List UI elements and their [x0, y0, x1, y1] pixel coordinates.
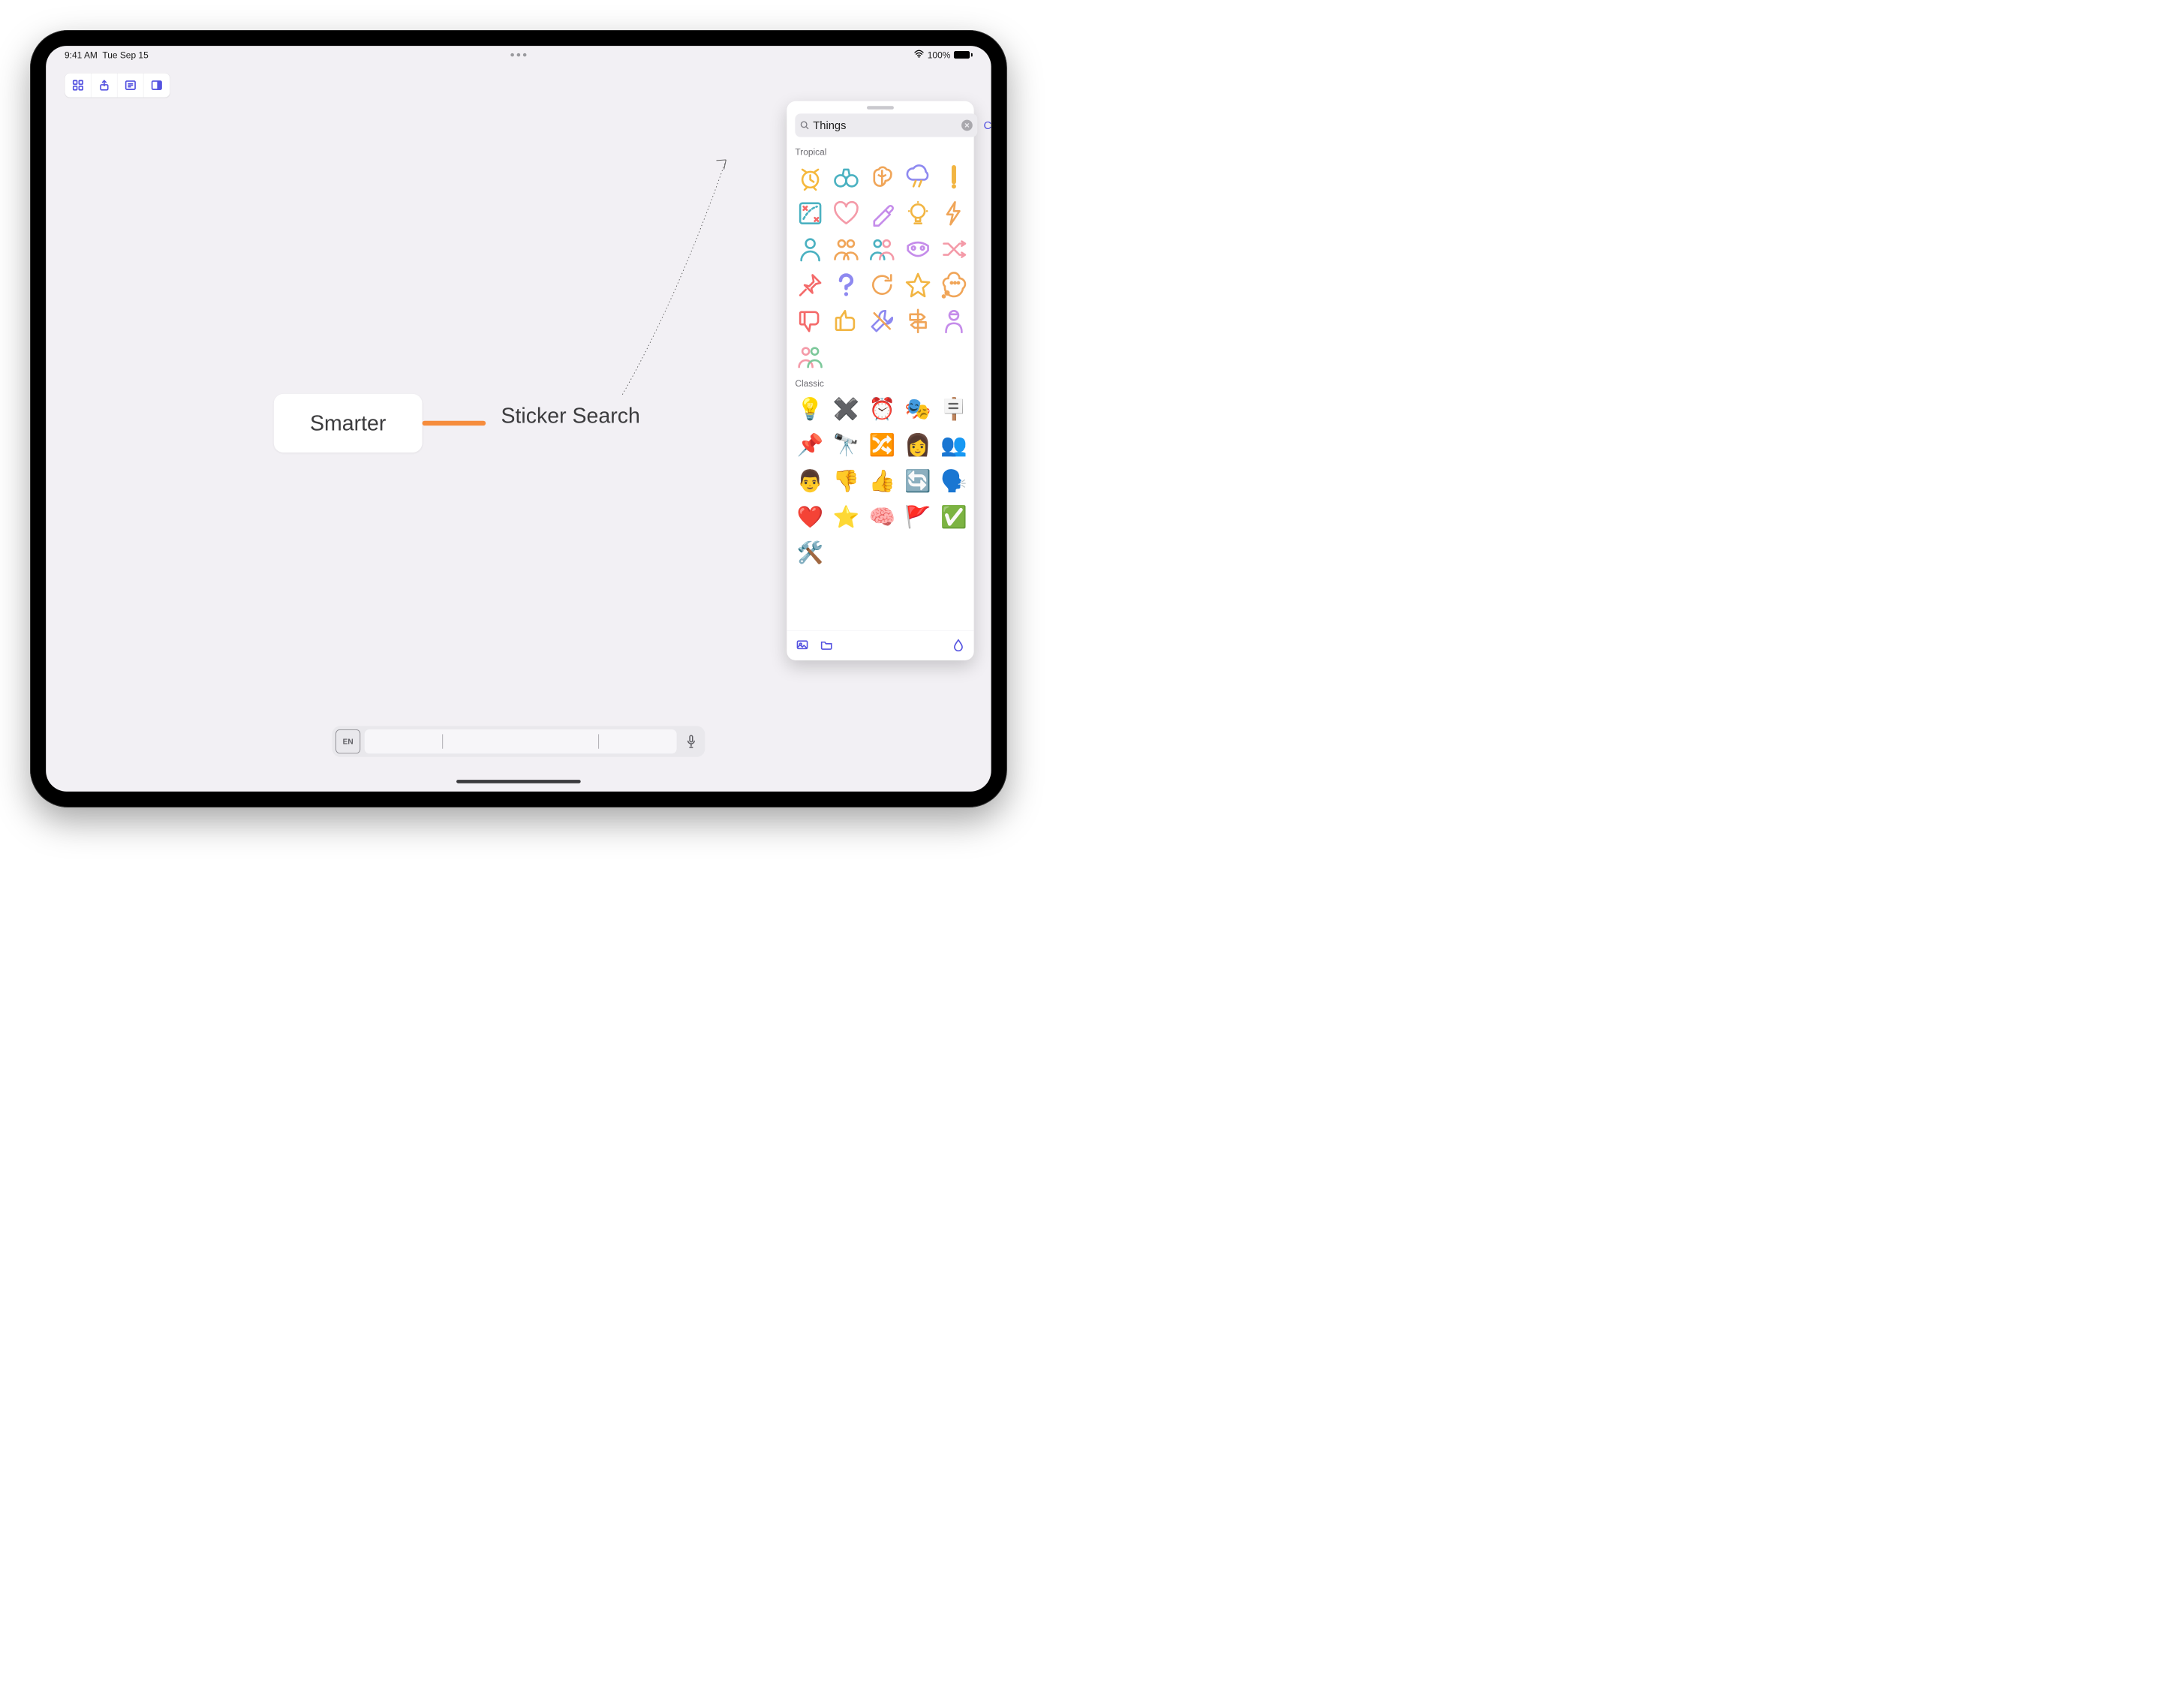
panel-grabber[interactable] [867, 106, 894, 110]
home-indicator[interactable] [456, 780, 581, 783]
node-link[interactable] [423, 421, 486, 426]
sticker-pushpin[interactable] [794, 269, 827, 302]
sticker-signpost[interactable] [901, 305, 934, 338]
sticker-thumbs-down[interactable] [794, 305, 827, 338]
cancel-button[interactable]: Cancel [984, 119, 991, 131]
droplet-icon [952, 639, 964, 651]
sticker-binoculars[interactable]: 🔭 [829, 429, 862, 462]
sticker-grid-classic: 💡✖️⏰🎭🪧 📌🔭🔀👩👥 👨👎👍🔄🗣️ ❤️⭐🧠🚩✅ 🛠️ [794, 392, 967, 570]
photo-tab[interactable] [796, 639, 808, 654]
sticker-thought-bubble[interactable] [937, 269, 970, 302]
sticker-refresh[interactable] [865, 269, 898, 302]
sticker-strategy[interactable] [794, 197, 827, 230]
sticker-star[interactable]: ⭐ [829, 501, 862, 534]
folder-tab[interactable] [820, 639, 832, 654]
sticker-tools[interactable]: 🛠️ [794, 536, 827, 569]
sticker-shuffle[interactable]: 🔀 [865, 429, 898, 462]
search-field[interactable] [795, 113, 977, 137]
sticker-alarm-clock[interactable]: ⏰ [865, 392, 898, 426]
sticker-flag[interactable]: 🚩 [901, 501, 934, 534]
sticker-mask[interactable] [901, 233, 934, 266]
search-icon [800, 121, 810, 131]
sticker-lightbulb[interactable]: 💡 [794, 392, 827, 426]
child-node-label: Sticker Search [501, 404, 639, 428]
sticker-star[interactable] [901, 269, 934, 302]
caret-icon [598, 734, 599, 748]
sticker-shuffle[interactable] [937, 233, 970, 266]
sticker-brain[interactable] [865, 161, 898, 194]
sticker-mask[interactable]: 🎭 [901, 392, 934, 426]
root-node[interactable]: Smarter [274, 394, 423, 453]
sticker-signpost[interactable]: 🪧 [937, 392, 970, 426]
sticker-tools[interactable] [865, 305, 898, 338]
sticker-binoculars[interactable] [829, 161, 862, 194]
search-input[interactable] [813, 119, 958, 131]
sticker-question[interactable] [829, 269, 862, 302]
sticker-brain[interactable]: 🧠 [865, 501, 898, 534]
keyboard-lang-button[interactable]: EN [335, 729, 360, 753]
sticker-heart[interactable] [829, 197, 862, 230]
sticker-two-people[interactable] [829, 233, 862, 266]
sticker-person[interactable] [794, 233, 827, 266]
dictation-button[interactable] [681, 735, 702, 748]
sticker-exclamation[interactable] [937, 161, 970, 194]
sticker-heart[interactable]: ❤️ [794, 501, 827, 534]
mic-icon [686, 735, 697, 748]
sticker-two-women[interactable] [794, 341, 827, 374]
annotation-arrow [609, 153, 733, 395]
sticker-person-head[interactable] [937, 305, 970, 338]
sticker-lightbulb[interactable] [901, 197, 934, 230]
sticker-person-pair[interactable] [865, 233, 898, 266]
sticker-storm-cloud[interactable] [901, 161, 934, 194]
sticker-idea-head[interactable]: 🗣️ [937, 465, 970, 498]
sticker-panel: Cancel Tropical Classic 💡✖️⏰🎭🪧📌🔭🔀👩👥👨👎👍🔄🗣… [787, 101, 973, 660]
sticker-grid-tropical [794, 161, 967, 373]
sticker-checkmark[interactable]: ✅ [937, 501, 970, 534]
sticker-thumbs-up[interactable] [829, 305, 862, 338]
sticker-thumbs-up[interactable]: 👍 [865, 465, 898, 498]
sticker-pushpin[interactable]: 📌 [794, 429, 827, 462]
sticker-man[interactable]: 👨 [794, 465, 827, 498]
folder-icon [820, 639, 832, 651]
keyboard-input-area[interactable] [365, 729, 677, 753]
sticker-man-silhouette[interactable]: 👥 [937, 429, 970, 462]
section-title-classic: Classic [795, 378, 965, 389]
caret-icon [442, 734, 443, 748]
tint-tab[interactable] [952, 639, 964, 654]
sticker-thumbs-down[interactable]: 👎 [829, 465, 862, 498]
child-node[interactable]: Sticker Search [501, 404, 639, 429]
sticker-marker[interactable] [865, 197, 898, 230]
sticker-woman[interactable]: 👩 [901, 429, 934, 462]
clear-search-button[interactable] [961, 120, 973, 131]
keyboard-bar: EN [332, 726, 705, 756]
sticker-alarm-clock[interactable] [794, 161, 827, 194]
sticker-refresh[interactable]: 🔄 [901, 465, 934, 498]
section-title-tropical: Tropical [795, 146, 965, 157]
sticker-strategy[interactable]: ✖️ [829, 392, 862, 426]
photo-icon [796, 639, 808, 651]
panel-footer [787, 630, 973, 660]
root-node-label: Smarter [310, 411, 386, 436]
sticker-lightning[interactable] [937, 197, 970, 230]
